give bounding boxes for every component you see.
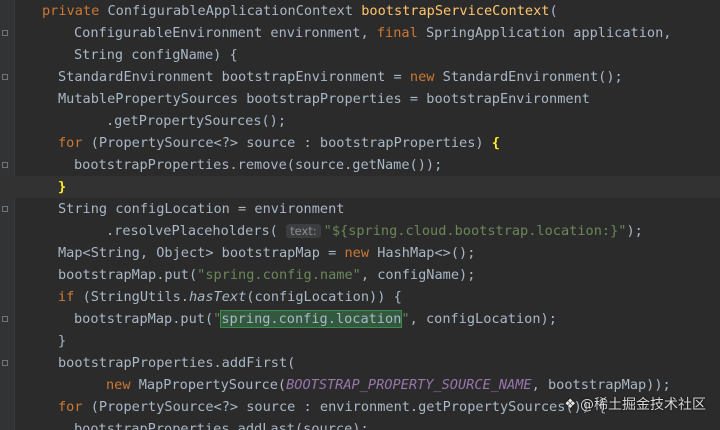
juejin-logo-icon: ❖ bbox=[564, 397, 576, 412]
code-token: } bbox=[58, 179, 67, 195]
code-token: private bbox=[42, 3, 108, 19]
code-token: bootstrapMap.put( bbox=[58, 267, 198, 283]
code-token: String configName) { bbox=[74, 47, 238, 63]
code-token: Map<String, Object> bootstrapMap = bbox=[58, 245, 345, 261]
parameter-hint: text: bbox=[286, 224, 321, 238]
watermark-text: @稀土掘金技术社区 bbox=[580, 397, 706, 413]
code-token: , configLocation); bbox=[409, 311, 557, 327]
search-highlight: spring.config.location bbox=[220, 310, 403, 328]
code-token: String configLocation = environment bbox=[58, 201, 345, 217]
code-token: SpringApplication application, bbox=[425, 25, 672, 41]
code-token: (configLocation)) { bbox=[246, 289, 402, 305]
code-token: StandardEnvironment(); bbox=[442, 69, 623, 85]
code-line[interactable]: .resolvePlaceholders( text: "${spring.clo… bbox=[0, 220, 720, 242]
code-token: , bootstrapMap)); bbox=[531, 377, 671, 393]
code-token: " bbox=[401, 311, 410, 327]
code-line[interactable]: String configName) { bbox=[0, 44, 720, 66]
code-line[interactable]: bootstrapProperties.addLast(source); bbox=[0, 418, 720, 430]
code-line[interactable]: private ConfigurableApplicationContext b… bbox=[0, 0, 720, 22]
code-line[interactable]: MutablePropertySources bootstrapProperti… bbox=[0, 88, 720, 110]
code-token: (StringUtils. bbox=[82, 289, 189, 305]
code-token: StandardEnvironment bootstrapEnvironment… bbox=[58, 69, 410, 85]
code-line[interactable]: String configLocation = environment bbox=[0, 198, 720, 220]
code-token: MutablePropertySources bootstrapProperti… bbox=[58, 91, 590, 107]
code-line[interactable]: .getPropertySources(); bbox=[0, 110, 720, 132]
code-line[interactable]: Map<String, Object> bootstrapMap = new H… bbox=[0, 242, 720, 264]
code-token: "spring.config.name" bbox=[197, 267, 361, 283]
code-token: "${spring.cloud.bootstrap.location:}" bbox=[323, 223, 627, 239]
code-token: new bbox=[409, 69, 443, 85]
code-line[interactable]: bootstrapProperties.addFirst( bbox=[0, 352, 720, 374]
code-token: ConfigurableEnvironment environment, bbox=[74, 25, 377, 41]
code-token: bootstrapProperties.addFirst( bbox=[58, 355, 296, 371]
code-line[interactable]: StandardEnvironment bootstrapEnvironment… bbox=[0, 66, 720, 88]
code-token: bootstrapProperties.remove(source.getNam… bbox=[74, 157, 443, 173]
code-token: bootstrapProperties.addLast(source); bbox=[74, 421, 369, 430]
watermark: ❖ @稀土掘金技术社区 bbox=[564, 394, 706, 416]
code-token: hasText bbox=[188, 289, 247, 305]
code-token: } bbox=[58, 333, 67, 349]
code-line[interactable]: new MapPropertySource(BOOTSTRAP_PROPERTY… bbox=[0, 374, 720, 396]
code-token: ( bbox=[549, 3, 558, 19]
code-editor[interactable]: private ConfigurableApplicationContext b… bbox=[0, 0, 720, 430]
code-line[interactable]: } bbox=[0, 176, 720, 198]
code-token: final bbox=[376, 25, 426, 41]
code-line[interactable]: for (PropertySource<?> source : bootstra… bbox=[0, 132, 720, 154]
code-line[interactable]: if (StringUtils.hasText(configLocation))… bbox=[0, 286, 720, 308]
code-token: (PropertySource<?> source : environment.… bbox=[90, 399, 607, 415]
code-token: , configName); bbox=[360, 267, 476, 283]
code-token: bootstrapMap.put( bbox=[74, 311, 214, 327]
code-line[interactable]: ConfigurableEnvironment environment, fin… bbox=[0, 22, 720, 44]
code-token: for bbox=[58, 135, 91, 151]
code-token: if bbox=[58, 289, 83, 305]
code-token: new bbox=[106, 377, 139, 393]
code-line[interactable]: bootstrapProperties.remove(source.getNam… bbox=[0, 154, 720, 176]
code-token: .resolvePlaceholders( bbox=[106, 223, 287, 239]
code-token: .getPropertySources(); bbox=[106, 113, 287, 129]
code-token: ); bbox=[626, 223, 643, 239]
code-token: BOOTSTRAP_PROPERTY_SOURCE_NAME bbox=[286, 377, 532, 393]
code-token: HashMap<>(); bbox=[377, 245, 476, 261]
code-token: MapPropertySource( bbox=[138, 377, 287, 393]
code-token: for bbox=[58, 399, 91, 415]
code-token: (PropertySource<?> source : bootstrapPro… bbox=[90, 135, 492, 151]
code-line[interactable]: bootstrapMap.put( "spring.config.location… bbox=[0, 308, 720, 330]
code-token: ConfigurableApplicationContext bbox=[107, 3, 362, 19]
code-token: bootstrapServiceContext bbox=[361, 3, 550, 19]
code-token: new bbox=[344, 245, 378, 261]
code-token: { bbox=[491, 135, 500, 151]
code-line[interactable]: } bbox=[0, 330, 720, 352]
code-line[interactable]: bootstrapMap.put("spring.config.name", c… bbox=[0, 264, 720, 286]
